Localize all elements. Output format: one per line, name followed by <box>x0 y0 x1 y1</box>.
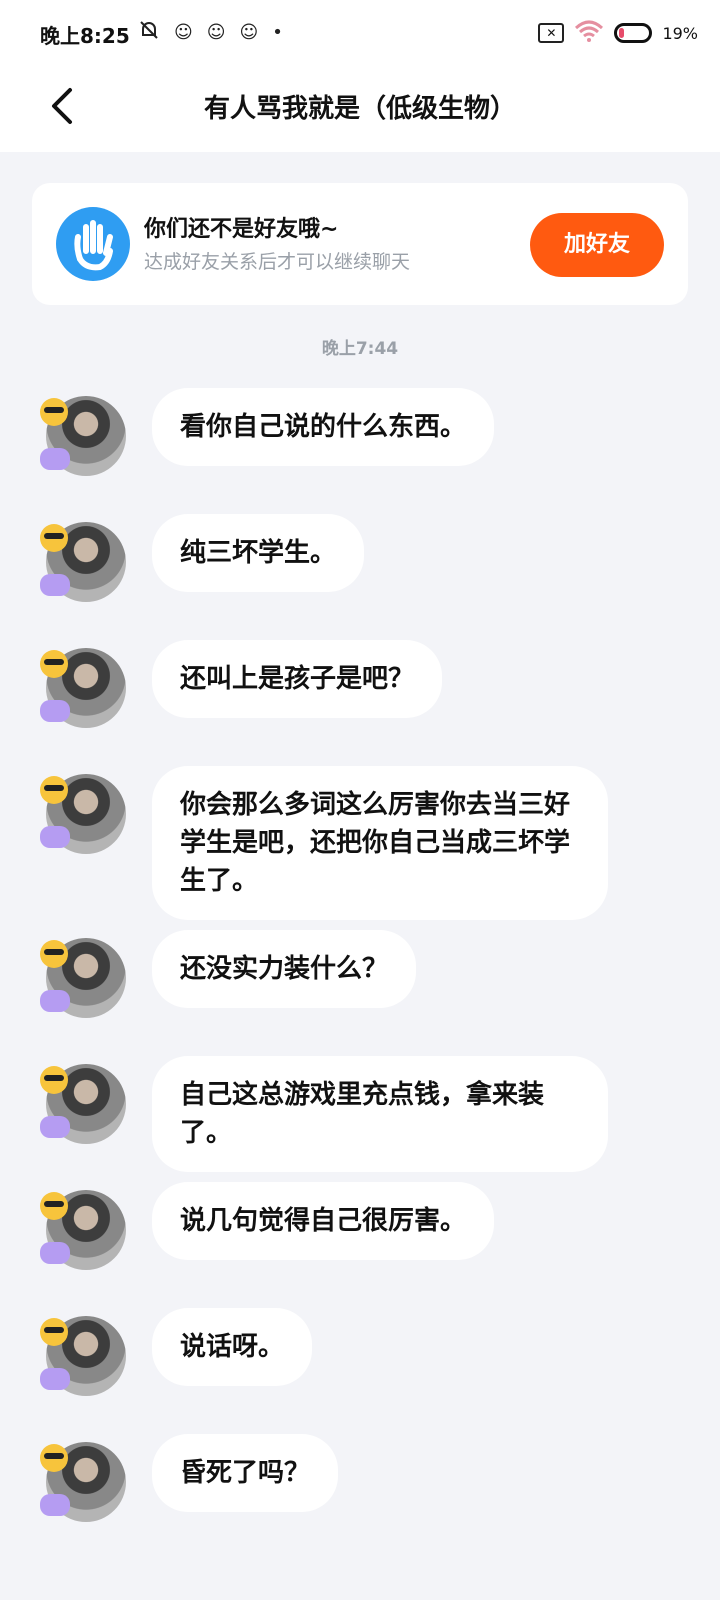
chat-timestamp: 晚上7:44 <box>321 339 399 359</box>
gem-badge-icon <box>40 448 70 470</box>
gem-badge-icon <box>40 1368 70 1390</box>
app-notification-icon: ☺ <box>239 22 259 43</box>
sunglasses-emoji-icon <box>40 940 68 968</box>
sunglasses-emoji-icon <box>40 650 68 678</box>
sim-x-icon: ✕ <box>538 23 565 43</box>
status-notification-icons: ☺ ☺ ☺ • <box>138 19 283 46</box>
message-bubble[interactable]: 自己这总游戏里充点钱，拿来装了。 <box>152 1056 608 1172</box>
avatar[interactable] <box>40 396 126 476</box>
status-time: 晚上8:25 <box>40 24 130 48</box>
banner-title: 你们还不是好友哦~ <box>144 217 339 242</box>
app-notification-icon: ☺ <box>174 22 193 43</box>
battery-percent: 19% <box>662 23 698 43</box>
message-bubble[interactable]: 说话呀。 <box>152 1308 313 1386</box>
avatar[interactable] <box>40 1190 126 1270</box>
page-title: 有人骂我就是（低级生物） <box>203 94 516 124</box>
gem-badge-icon <box>40 1116 70 1138</box>
add-friend-button[interactable]: 加好友 <box>530 213 664 277</box>
sunglasses-emoji-icon <box>40 776 68 804</box>
avatar[interactable] <box>40 648 126 728</box>
avatar[interactable] <box>40 938 126 1018</box>
message-bubble[interactable]: 说几句觉得自己很厉害。 <box>152 1182 495 1260</box>
sunglasses-emoji-icon <box>40 1192 68 1220</box>
avatar[interactable] <box>40 1442 126 1522</box>
gem-badge-icon <box>40 1494 70 1516</box>
message-bubble[interactable]: 你会那么多词这么厉害你去当三好学生是吧，还把你自己当成三坏学生了。 <box>152 766 608 920</box>
app-notification-icon: ☺ <box>206 22 226 43</box>
gem-badge-icon <box>40 990 70 1012</box>
message-bubble[interactable]: 看你自己说的什么东西。 <box>152 388 495 466</box>
avatar[interactable] <box>40 522 126 602</box>
sunglasses-emoji-icon <box>40 1444 68 1472</box>
avatar[interactable] <box>40 1064 126 1144</box>
mute-bell-icon <box>138 19 160 46</box>
battery-icon <box>614 23 653 43</box>
wifi-icon <box>574 20 604 46</box>
status-bar: 晚上8:25 ☺ ☺ ☺ • ✕ 19% <box>0 0 720 66</box>
sunglasses-emoji-icon <box>40 1066 68 1094</box>
message-bubble[interactable]: 纯三坏学生。 <box>152 514 365 592</box>
gem-badge-icon <box>40 1242 70 1264</box>
chat-header: 有人骂我就是（低级生物） <box>0 66 720 152</box>
wave-hand-icon <box>56 207 130 281</box>
friend-banner: 你们还不是好友哦~ 达成好友关系后才可以继续聊天 加好友 <box>32 183 688 305</box>
avatar[interactable] <box>40 1316 126 1396</box>
sunglasses-emoji-icon <box>40 524 68 552</box>
dot-icon: • <box>272 22 283 43</box>
gem-badge-icon <box>40 574 70 596</box>
banner-subtitle: 达成好友关系后才可以继续聊天 <box>144 251 411 273</box>
gem-badge-icon <box>40 826 70 848</box>
sunglasses-emoji-icon <box>40 398 68 426</box>
gem-badge-icon <box>40 700 70 722</box>
message-bubble[interactable]: 还没实力装什么？ <box>152 930 417 1008</box>
message-bubble[interactable]: 昏死了吗？ <box>152 1434 339 1512</box>
sunglasses-emoji-icon <box>40 1318 68 1346</box>
avatar[interactable] <box>40 774 126 854</box>
message-bubble[interactable]: 还叫上是孩子是吧？ <box>152 640 443 718</box>
